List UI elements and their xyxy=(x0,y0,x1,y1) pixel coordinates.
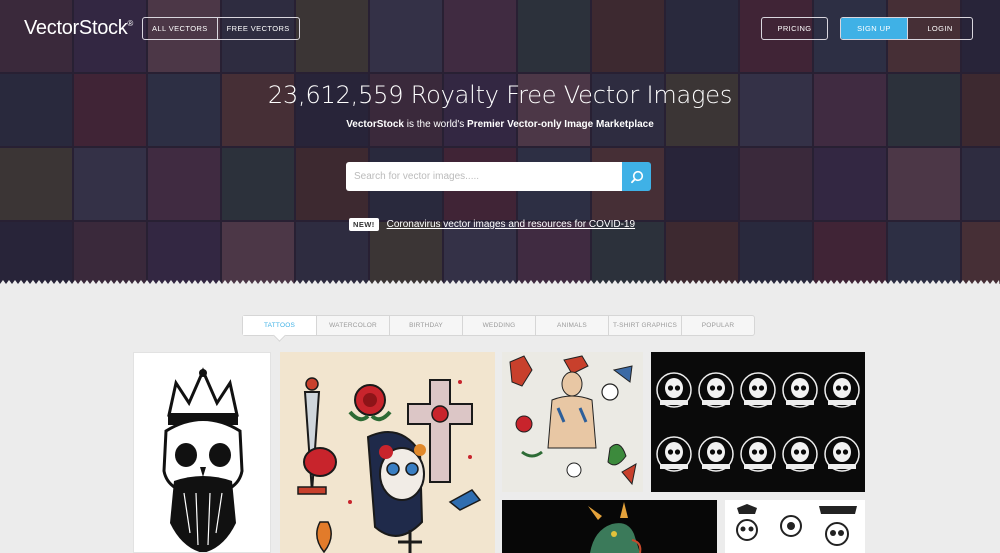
search-button[interactable] xyxy=(622,162,651,191)
search-icon xyxy=(630,170,643,183)
hero-sub-brand: VectorStock xyxy=(346,119,404,130)
search-bar xyxy=(346,162,651,191)
skull-badge xyxy=(782,436,818,472)
skull-badge xyxy=(740,436,776,472)
all-vectors-button[interactable]: ALL VECTORS xyxy=(143,18,217,39)
hero-subheadline: VectorStock is the world's Premier Vecto… xyxy=(0,119,1000,130)
news-banner: NEW! Coronavirus vector images and resou… xyxy=(349,218,635,231)
skull-badge xyxy=(698,436,734,472)
skull-badge xyxy=(824,372,860,408)
pricing-button[interactable]: PRICING xyxy=(761,17,828,40)
tab-watercolor[interactable]: WATERCOLOR xyxy=(316,316,389,335)
skull-badge xyxy=(698,372,734,408)
vectorstock-logo[interactable]: VectorStock® xyxy=(24,17,133,40)
hero-sub-text: is the world's xyxy=(404,119,468,130)
skull-badge xyxy=(824,436,860,472)
logo-registered-mark: ® xyxy=(127,19,134,28)
gallery-image-skull-badges[interactable] xyxy=(651,352,865,492)
tab-popular[interactable]: POPULAR xyxy=(681,316,754,335)
login-button[interactable]: LOGIN xyxy=(907,18,972,39)
skull-crown-illustration xyxy=(162,367,244,552)
search-input[interactable] xyxy=(346,162,622,191)
free-vectors-button[interactable]: FREE VECTORS xyxy=(216,18,299,39)
gallery-image-sailor-flash[interactable] xyxy=(502,352,643,492)
new-badge: NEW! xyxy=(349,218,379,231)
tab-tattoos[interactable]: TATTOOS xyxy=(243,316,316,335)
tab-t-shirt-graphics[interactable]: T-SHIRT GRAPHICS xyxy=(608,316,681,335)
covid-news-link[interactable]: Coronavirus vector images and resources … xyxy=(387,219,635,230)
skull-badge xyxy=(782,372,818,408)
gallery-image-tattoo-salon[interactable] xyxy=(725,500,865,553)
skull-badge xyxy=(740,372,776,408)
traditional-flash-illustration xyxy=(297,377,482,553)
gallery-image-skull-crown[interactable] xyxy=(133,352,271,553)
sign-up-button[interactable]: SIGN UP xyxy=(841,18,907,39)
auth-buttons: SIGN UP LOGIN xyxy=(840,17,973,40)
category-tabs: TATTOOS WATERCOLOR BIRTHDAY WEDDING ANIM… xyxy=(242,315,755,336)
gallery-image-dragon[interactable] xyxy=(502,500,717,553)
hero-zigzag-edge xyxy=(0,280,1000,288)
skull-badge xyxy=(656,436,692,472)
hero-banner xyxy=(0,0,1000,284)
hero-sub-emphasis: Premier Vector-only Image Marketplace xyxy=(467,119,654,130)
sailor-flash-illustration xyxy=(509,355,637,486)
skull-badge xyxy=(656,372,692,408)
dragon-illustration xyxy=(588,502,642,553)
gallery-image-traditional-flash[interactable] xyxy=(280,352,495,553)
skull-badges-illustration xyxy=(656,372,860,472)
hero-headline: 23,612,559 Royalty Free Vector Images xyxy=(267,81,733,109)
tattoo-salon-illustration xyxy=(736,504,857,546)
tab-animals[interactable]: ANIMALS xyxy=(535,316,608,335)
tab-wedding[interactable]: WEDDING xyxy=(462,316,535,335)
hero-overlay xyxy=(0,0,1000,284)
vector-type-nav: ALL VECTORS FREE VECTORS xyxy=(142,17,300,40)
logo-text: VectorStock xyxy=(24,17,128,39)
tab-birthday[interactable]: BIRTHDAY xyxy=(389,316,462,335)
